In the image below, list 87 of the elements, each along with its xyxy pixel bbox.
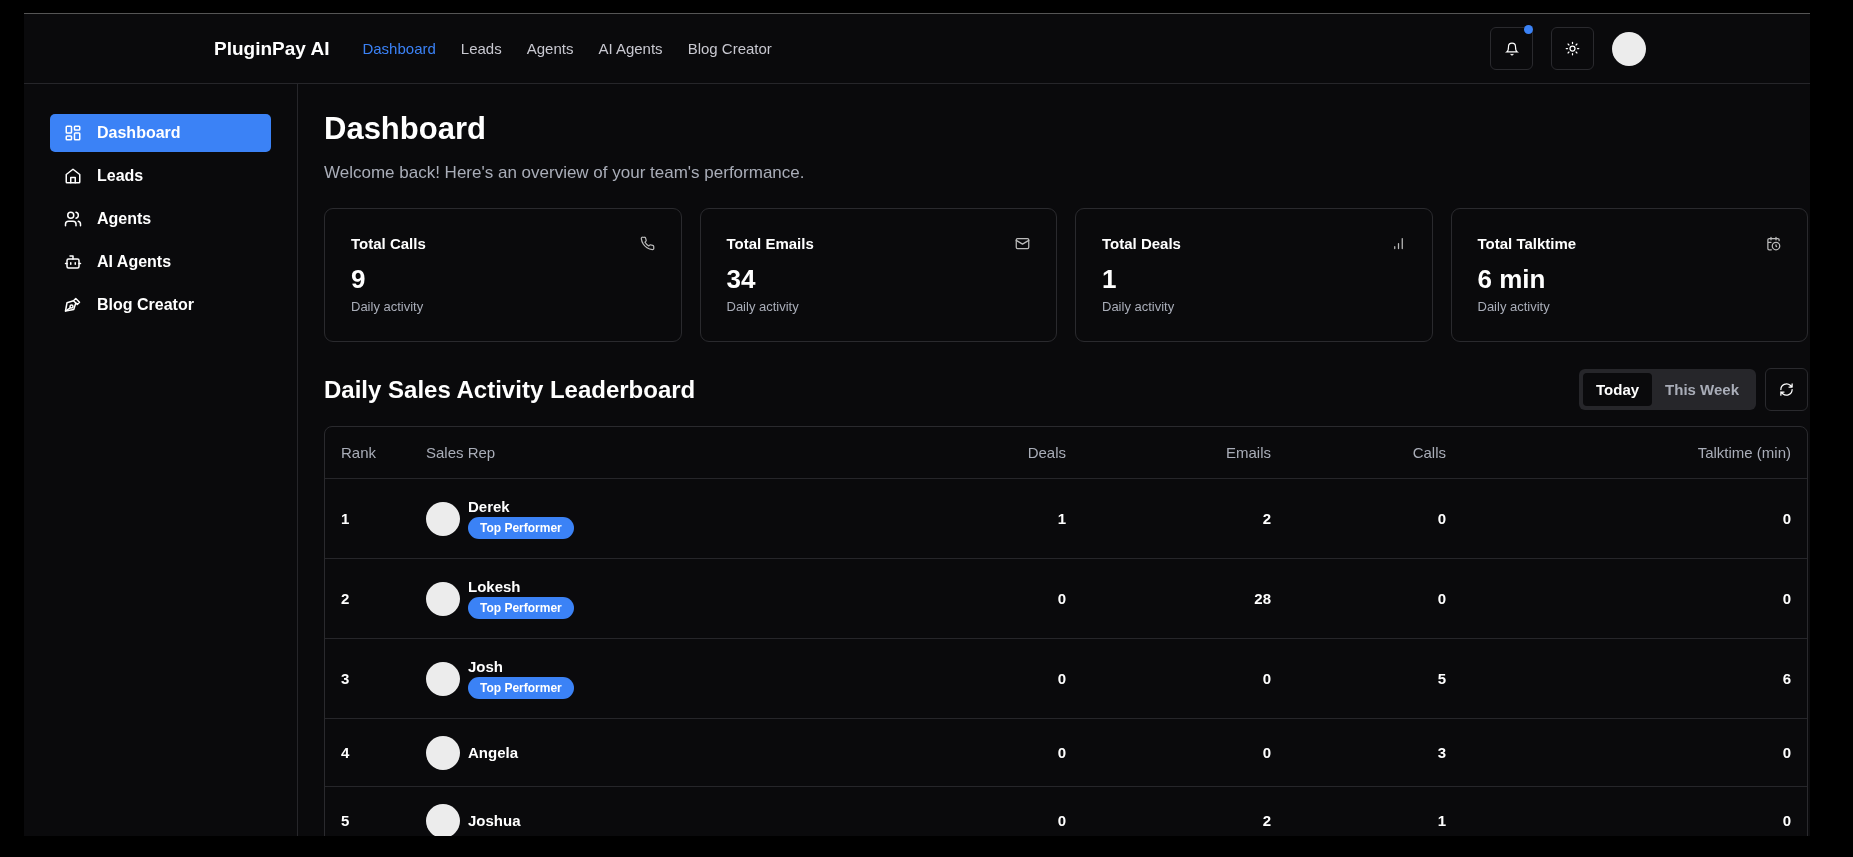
rep-name: Josh	[468, 658, 503, 675]
sidebar-item[interactable]: Blog Creator	[50, 286, 271, 324]
table-cell: 3	[1437, 744, 1446, 761]
stat-label: Total Talktime	[1477, 235, 1577, 252]
brand-name: PluginPay AI	[214, 37, 330, 60]
stat-label: Total Emails	[726, 235, 814, 252]
mail-icon	[1015, 236, 1030, 251]
table-cell: 2	[1262, 812, 1271, 829]
stat-caption: Daily activity	[1102, 299, 1176, 314]
robot-icon	[64, 253, 82, 271]
theme-toggle-button[interactable]	[1551, 27, 1594, 70]
pen-icon	[64, 296, 82, 314]
table-cell: 0	[1437, 590, 1446, 607]
table-cell: 0	[1782, 812, 1791, 829]
stat-value: 34	[726, 264, 757, 295]
rep-name: Joshua	[468, 812, 521, 829]
rank-cell-text: 5	[341, 812, 351, 829]
rep-name: Derek	[468, 498, 510, 515]
column-header: Sales Rep	[426, 444, 497, 461]
stat-label: Total Calls	[351, 235, 426, 252]
user-avatar[interactable]	[1612, 31, 1646, 66]
period-tab[interactable]: Today	[1583, 373, 1653, 406]
column-header: Rank	[341, 444, 378, 461]
top-performer-badge: Top Performer	[468, 597, 574, 619]
home-icon	[64, 167, 82, 185]
avatar	[426, 581, 460, 616]
table-cell: 0	[1262, 670, 1271, 687]
phone-icon	[639, 236, 655, 251]
calendar-clock-icon	[1766, 236, 1781, 251]
stat-value: 6 min	[1477, 264, 1547, 295]
sidebar-item[interactable]: Dashboard	[50, 114, 271, 152]
nav-link[interactable]: Agents	[526, 40, 574, 57]
refresh-icon	[1779, 382, 1794, 397]
table-cell: 0	[1057, 670, 1066, 687]
bell-icon	[1504, 41, 1519, 56]
rep-name: Lokesh	[468, 578, 521, 595]
avatar	[426, 735, 460, 770]
table-cell: 0	[1782, 590, 1791, 607]
nav-link[interactable]: Blog Creator	[687, 40, 772, 57]
table-cell: 0	[1057, 590, 1066, 607]
top-performer-badge: Top Performer	[468, 517, 574, 539]
rank-cell-text: 2	[341, 590, 351, 607]
sidebar-item[interactable]: Agents	[50, 200, 271, 238]
nav-link[interactable]: AI Agents	[598, 40, 663, 57]
users-icon	[64, 210, 82, 228]
column-header: Calls	[1412, 444, 1446, 461]
avatar	[426, 661, 460, 696]
table-cell: 2	[1262, 510, 1271, 527]
table-cell: 6	[1782, 670, 1791, 687]
stat-caption: Daily activity	[351, 299, 425, 314]
sun-icon	[1565, 41, 1580, 56]
table-cell: 0	[1057, 812, 1066, 829]
rank-cell-text: 4	[341, 744, 351, 761]
table-cell: 0	[1782, 744, 1791, 761]
table-cell: 1	[1057, 510, 1066, 527]
leaderboard-title: Daily Sales Activity Leaderboard	[324, 375, 696, 404]
stat-value: 1	[1102, 264, 1118, 295]
table-cell: 28	[1254, 590, 1271, 607]
nav-link[interactable]: Leads	[460, 40, 502, 57]
table-cell: 0	[1437, 510, 1446, 527]
table-cell: 0	[1057, 744, 1066, 761]
table-cell: 0	[1782, 510, 1791, 527]
column-header: Talktime (min)	[1697, 444, 1791, 461]
stat-value: 9	[351, 264, 367, 295]
notifications-button[interactable]	[1490, 27, 1533, 70]
page-title: Dashboard	[324, 111, 487, 147]
page-subtitle: Welcome back! Here's an overview of your team's performance.	[324, 163, 806, 183]
column-header: Deals	[1027, 444, 1066, 461]
stat-caption: Daily activity	[726, 299, 800, 314]
table-cell: 5	[1437, 670, 1446, 687]
sidebar-item[interactable]: AI Agents	[50, 243, 271, 281]
stat-label: Total Deals	[1102, 235, 1181, 252]
table-cell: 1	[1437, 812, 1446, 829]
sidebar-item[interactable]: Leads	[50, 157, 271, 195]
rep-name: Angela	[468, 744, 518, 761]
stat-caption: Daily activity	[1477, 299, 1551, 314]
top-performer-badge: Top Performer	[468, 677, 574, 699]
refresh-button[interactable]	[1765, 368, 1808, 411]
rank-cell-text: 3	[341, 670, 351, 687]
avatar	[426, 501, 460, 536]
column-header: Emails	[1226, 444, 1271, 461]
period-tab[interactable]: This Week	[1652, 373, 1752, 406]
grid-icon	[64, 124, 82, 142]
table-cell: 0	[1262, 744, 1271, 761]
avatar	[426, 803, 460, 836]
rank-cell-text: 1	[341, 510, 351, 527]
nav-link[interactable]: Dashboard	[362, 40, 436, 57]
